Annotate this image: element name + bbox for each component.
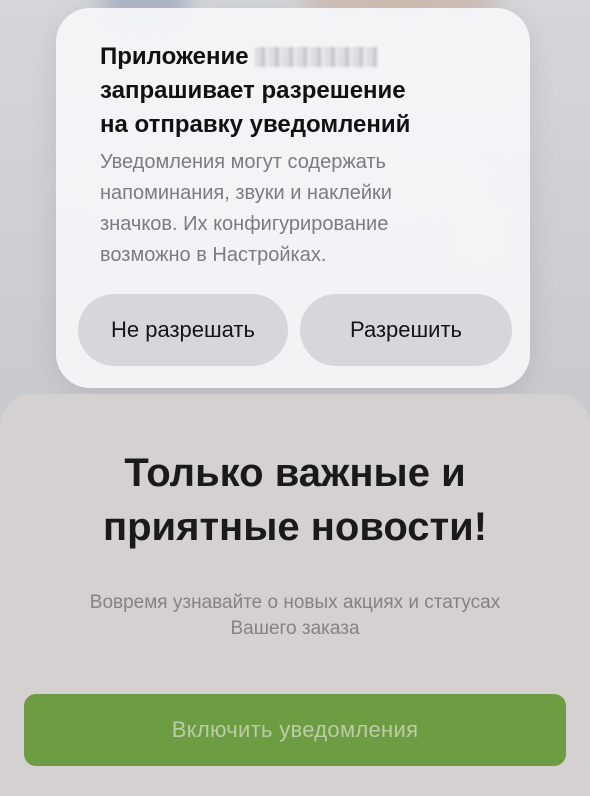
- alert-title: Приложение запрашивает разрешение на отп…: [100, 40, 500, 142]
- alert-title-line-2: запрашивает разрешение: [100, 77, 406, 104]
- alert-message-line-2: напоминания, звуки и наклейки: [100, 182, 392, 204]
- sheet-title: Только важные и приятные новости!: [0, 446, 590, 554]
- enable-notifications-button[interactable]: Включить уведомления: [24, 694, 566, 766]
- sheet-subtitle-line-2: Вашего заказа: [230, 618, 360, 639]
- redacted-app-name: [254, 47, 377, 67]
- alert-message-line-4: возможно в Настройках.: [100, 244, 327, 266]
- alert-message-line-3: значков. Их конфигурирование: [100, 213, 389, 235]
- sheet-title-line-1: Только важные и: [124, 451, 466, 495]
- sheet-title-line-2: приятные новости!: [102, 505, 488, 549]
- notification-permission-alert: Приложение запрашивает разрешение на отп…: [56, 8, 530, 388]
- alert-title-line-3: на отправку уведомлений: [100, 111, 411, 138]
- promo-bottom-sheet: Только важные и приятные новости! Воврем…: [0, 394, 590, 796]
- sheet-subtitle-line-1: Вовремя узнавайте о новых акциях и стату…: [89, 592, 501, 613]
- alert-title-app-prefix: Приложение: [100, 43, 249, 70]
- sheet-subtitle: Вовремя узнавайте о новых акциях и стату…: [0, 590, 590, 642]
- dont-allow-button[interactable]: Не разрешать: [78, 294, 288, 366]
- alert-title-line-1: Приложение: [100, 40, 500, 74]
- alert-message-line-1: Уведомления могут содержать: [100, 151, 386, 173]
- alert-message: Уведомления могут содержать напоминания,…: [100, 147, 500, 271]
- allow-button[interactable]: Разрешить: [300, 294, 512, 366]
